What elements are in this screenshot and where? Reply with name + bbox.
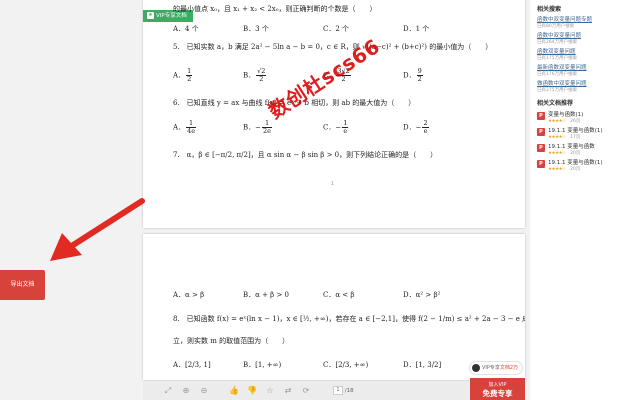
- rating-stars: ★★★★☆: [548, 151, 566, 156]
- q5-option-a: A． 1 2: [173, 67, 193, 83]
- ppt-file-icon: P: [537, 160, 545, 168]
- related-search-link[interactable]: 函数双变量问题: [537, 49, 634, 56]
- q7-option-b: B．α + β > 0: [243, 291, 290, 299]
- search-count: 已有275万用户搜索: [537, 88, 578, 93]
- q8-option-b: B．[1, +∞): [243, 361, 282, 369]
- question-8-stem-cont: 立，则实数 m 的取值范围为（ ）: [173, 337, 290, 345]
- right-sidebar: 相关搜索 函数中双变量问题专题 已有80万用户搜索 函数中双变量问题 已有264…: [530, 0, 640, 400]
- vip-avatar-icon: [472, 363, 480, 372]
- thumbs-down-icon[interactable]: 👎: [247, 386, 257, 396]
- question-8-stem: 8. 已知函数 f(x) = eˣ(ln x − 1)，x ∈ [½, +∞)，…: [173, 315, 525, 323]
- expand-icon[interactable]: ⤢: [163, 386, 173, 396]
- q5-option-d: D． 9 2: [403, 67, 423, 83]
- q7-option-d: D．α² > β²: [403, 291, 441, 299]
- q8-option-c: C．[2/3, +∞): [323, 361, 369, 369]
- related-search-link[interactable]: 函数中双变量问题: [537, 33, 634, 40]
- document-page-1: ★ VIP专享文档 的最小值点 x₀，且 x₁ + x₂ < 2x₀，则正确判断的…: [143, 0, 525, 228]
- question-4-stem: 的最小值点 x₀，且 x₁ + x₂ < 2x₀，则正确判断的个数是（ ）: [173, 5, 377, 13]
- q6-option-b: B．− 1 2e: [243, 119, 272, 135]
- page-indicator: 1 /18: [333, 386, 354, 396]
- page-number: 1: [331, 182, 334, 187]
- q4-option-d: D．1 个: [403, 25, 430, 33]
- document-toolbar: ⤢ ⊕ ⊖ 👍 👎 ☆ ⇄ ⟳ 1 /18 VIP专享文档2万: [143, 361, 525, 400]
- collect-icon[interactable]: ☆: [265, 386, 275, 396]
- search-count: 已有80万用户搜索: [537, 24, 575, 29]
- q4-option-a: A．4 个: [173, 25, 199, 33]
- q7-option-c: C．α < β: [323, 291, 355, 299]
- rating-stars: ★★★★☆: [548, 167, 566, 172]
- rating-stars: ★★★★☆: [548, 119, 566, 124]
- question-7-stem: 7. α，β ∈ [−π/2, π/2]，且 α sin α − β sin β…: [173, 151, 438, 159]
- search-count: 已有175万用户搜索: [537, 56, 578, 61]
- document-page-2: A．α > β B．α + β > 0 C．α < β D．α² > β² 8.…: [143, 234, 525, 380]
- next-icon[interactable]: ⟳: [301, 386, 311, 396]
- q8-option-d: D．[1, 3/2]: [403, 361, 442, 369]
- recommended-docs-title: 相关文档推荐: [537, 100, 574, 107]
- recommended-doc[interactable]: P 19.1.1 变量与函数(1) ★★★★☆ 17页: [537, 127, 634, 141]
- rating-stars: ★★★★☆: [548, 135, 566, 140]
- recommended-doc[interactable]: P 变量与函数(1) ★★★★☆ 26页: [537, 111, 634, 125]
- recommended-doc[interactable]: P 19.1.1 变量与函数(1) ★★★★☆ 20页: [537, 159, 634, 173]
- recommended-doc[interactable]: P 19.1.1 变量与函数 ★★★★☆ 20页: [537, 143, 634, 157]
- vip-star-icon: ★: [147, 12, 154, 19]
- ppt-file-icon: P: [537, 112, 545, 120]
- q4-option-c: C．2 个: [323, 25, 350, 33]
- q6-option-c: C．− 1 e: [323, 119, 349, 135]
- join-vip-button[interactable]: 加入VIP 免费专享: [470, 378, 525, 400]
- related-search-link[interactable]: 函数中双变量问题专题: [537, 17, 634, 24]
- page-input[interactable]: 1: [333, 386, 343, 395]
- zoom-out-icon[interactable]: ⊖: [199, 386, 209, 396]
- q6-option-d: D．− 2 e: [403, 119, 429, 135]
- zoom-in-icon[interactable]: ⊕: [181, 386, 191, 396]
- q7-option-a: A．α > β: [173, 291, 205, 299]
- search-count: 已有176万用户搜索: [537, 72, 578, 77]
- related-search-link[interactable]: 做函数中双变量问题: [537, 81, 634, 88]
- thumbs-up-icon[interactable]: 👍: [229, 386, 239, 396]
- arrow-pointer-icon: [50, 198, 145, 261]
- vip-promo-chip[interactable]: VIP专享文档2万: [469, 361, 524, 375]
- related-search-link[interactable]: 最新函数双变量问题: [537, 65, 634, 72]
- related-search-title: 相关搜索: [537, 6, 562, 13]
- export-document-button[interactable]: 导出文档: [0, 270, 45, 300]
- ppt-file-icon: P: [537, 144, 545, 152]
- question-5-stem: 5. 已知实数 a，b 满足 2a² − 5ln a − b = 0，c ∈ R…: [173, 43, 493, 51]
- q4-option-b: B．3 个: [243, 25, 269, 33]
- page-total: /18: [344, 388, 354, 394]
- share-icon[interactable]: ⇄: [283, 386, 293, 396]
- q8-option-a: A．[2/3, 1]: [173, 361, 211, 369]
- search-count: 已有264万用户搜索: [537, 40, 578, 45]
- q6-option-a: A． 1 4e: [173, 119, 197, 135]
- ppt-file-icon: P: [537, 128, 545, 136]
- q5-option-b: B． √2 2: [243, 67, 267, 83]
